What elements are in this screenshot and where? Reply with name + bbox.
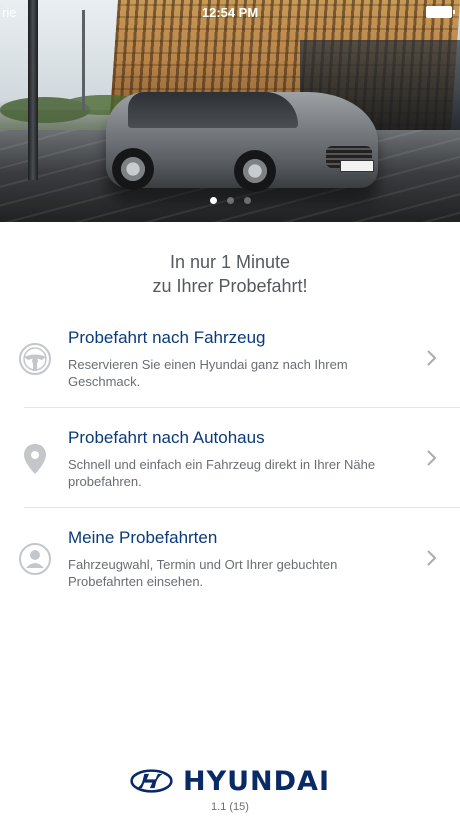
carousel-dot[interactable] [243,197,251,204]
hero-streetlight [82,10,85,110]
chevron-right-icon [424,549,438,567]
headline-line-2: zu Ihrer Probefahrt! [152,276,308,296]
hyundai-emblem-icon [130,769,173,793]
hyundai-logo: HYUNDAI [130,764,330,798]
menu-item-title: Probefahrt nach Fahrzeug [68,328,266,347]
menu-item-description: Fahrzeugwahl, Termin und Ort Ihrer gebuc… [68,556,398,590]
carousel-dot[interactable] [209,197,217,204]
hero-pole [28,0,38,180]
menu-item-meine-probefahrten[interactable]: Meine Probefahrten Fahrzeugwahl, Termin … [0,522,460,622]
menu-item-description-line: Probefahrten einsehen. [68,574,204,589]
headline-line-1: In nur 1 Minute [169,252,291,272]
hero-car-wheel [234,150,276,192]
chevron-right-icon [424,349,438,367]
chevron-right-icon [424,449,438,467]
brand-name: HYUNDAI [182,765,330,797]
menu-item-description: Schnell und einfach ein Fahrzeug direkt … [68,456,398,490]
location-pin-icon [18,442,52,476]
menu-item-description-line: Reservieren Sie einen Hyundai ganz nach … [68,357,348,372]
menu-item-description: Reservieren Sie einen Hyundai ganz nach … [68,356,398,390]
menu-item-description-line: Schnell und einfach ein Fahrzeug direkt … [68,457,376,472]
divider [24,507,460,508]
menu-item-description-line: probefahren. [68,474,142,489]
carousel-dot[interactable] [226,197,234,204]
carousel-indicator [0,197,460,204]
menu-item-title: Meine Probefahrten [68,528,218,547]
status-bar: rie 12:54 PM [0,0,460,24]
user-icon [18,542,52,576]
hero-car-windows [128,92,298,128]
menu-item-description-line: Fahrzeugwahl, Termin und Ort Ihrer gebuc… [68,557,338,572]
menu-item-title: Probefahrt nach Autohaus [68,428,265,447]
status-time: 12:54 PM [201,5,259,20]
divider [24,407,460,408]
hero-car-wheel [112,148,154,190]
battery-icon [426,6,455,18]
hero-image-carousel[interactable] [0,0,460,222]
steering-wheel-icon [18,342,52,376]
hero-car-plate [340,160,374,172]
app-version: 1.1 (15) [211,801,249,813]
menu-item-description-line: Geschmack. [68,374,141,389]
page-headline: In nur 1 Minute zu Ihrer Probefahrt! [0,250,460,298]
